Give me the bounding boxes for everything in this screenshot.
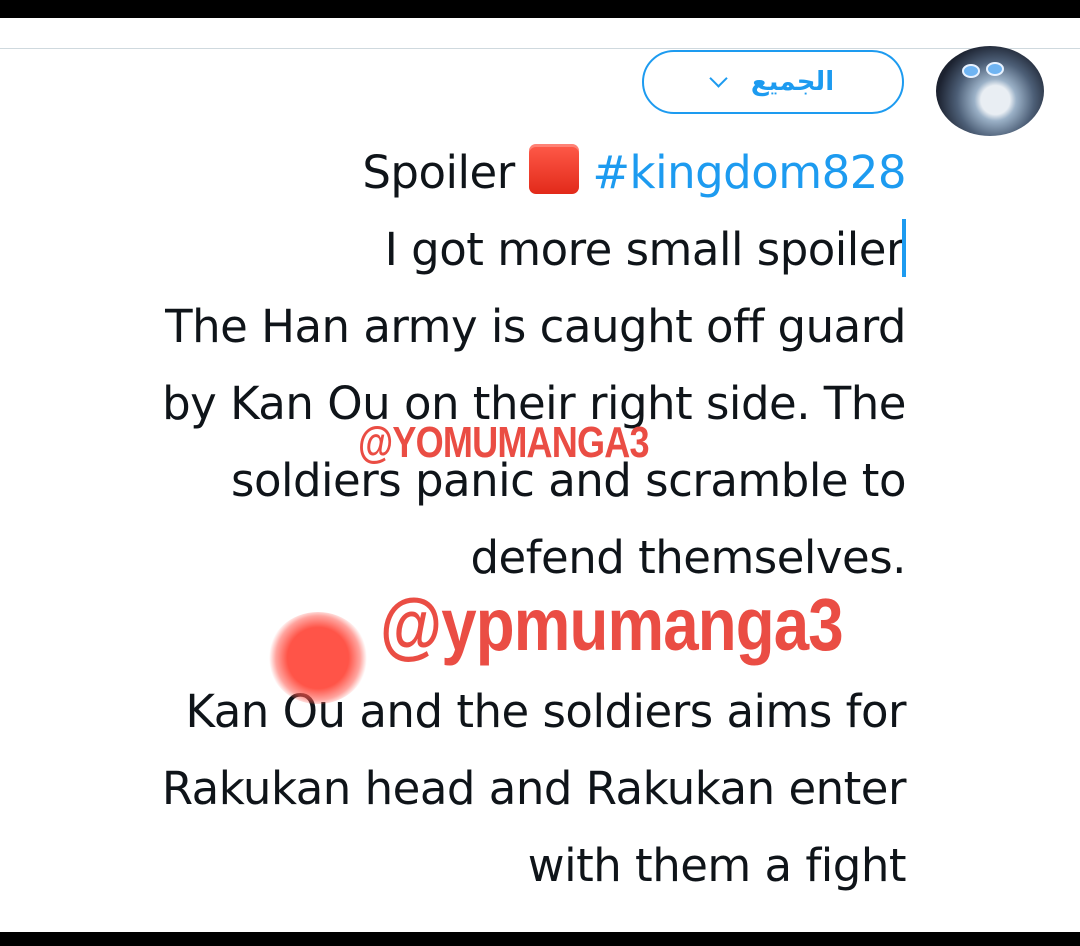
- avatar-eye-left-icon: [962, 64, 980, 78]
- watermark-top: @YOMUMANGA3: [358, 418, 650, 467]
- tweet-line-1-text: Spoiler: [362, 146, 529, 199]
- chevron-down-icon: [709, 68, 728, 88]
- top-black-bar: [0, 0, 1080, 18]
- avatar-eye-right-icon: [986, 62, 1004, 76]
- bottom-black-bar: [0, 932, 1080, 946]
- tweet-line-2: I got more small spoiler: [40, 211, 906, 288]
- user-avatar[interactable]: [936, 46, 1044, 136]
- tweet-line-2-text: I got more small spoiler: [384, 223, 905, 276]
- tweet-line-1: Spoiler #kingdom828: [40, 134, 906, 211]
- tweet-line-3: The Han army is caught off guard: [165, 300, 906, 353]
- audience-selector-button[interactable]: الجميع: [642, 50, 904, 114]
- tweet-line-9: Rakukan head and Rakukan enter: [161, 762, 907, 815]
- top-divider: [0, 48, 1080, 49]
- touch-indicator: [268, 612, 368, 704]
- red-square-emoji-icon: [528, 144, 579, 194]
- tweet-line-8: Kan Ou and the soldiers aims for: [185, 685, 906, 738]
- tweet-line-10: with them a fight: [527, 839, 907, 892]
- watermark-main: @ypmumanga3: [380, 583, 844, 666]
- text-cursor: [902, 219, 906, 277]
- tweet-compose-text[interactable]: Spoiler #kingdom828 I got more small spo…: [40, 134, 907, 904]
- hashtag-link[interactable]: #kingdom828: [592, 146, 906, 199]
- audience-label: الجميع: [750, 67, 835, 97]
